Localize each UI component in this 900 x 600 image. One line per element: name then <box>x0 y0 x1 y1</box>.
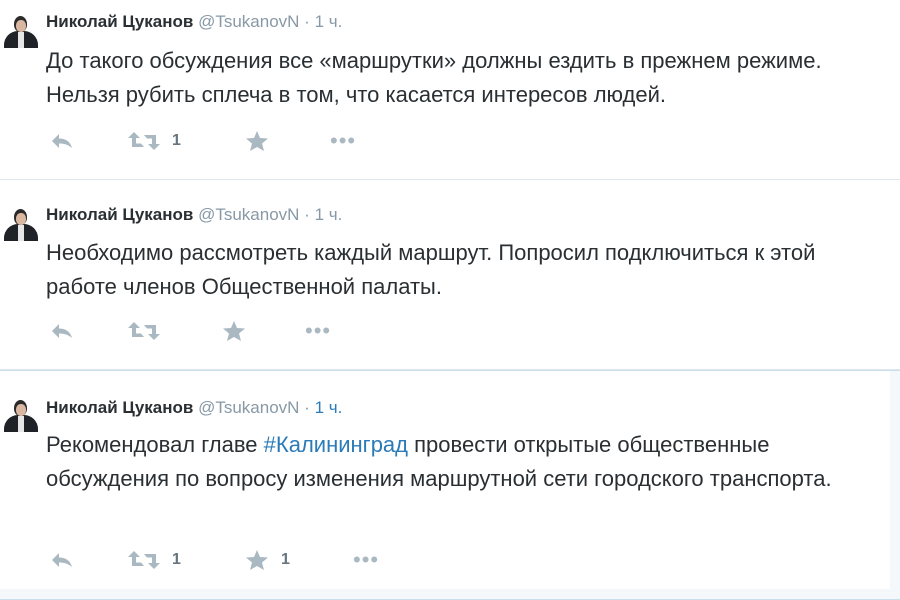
retweet-button[interactable]: 1 <box>128 548 181 572</box>
more-button[interactable]: ••• <box>353 548 379 572</box>
tweet[interactable]: Николай Цуканов @TsukanovN · 1 ч. Необхо… <box>0 180 900 370</box>
author-handle[interactable]: @TsukanovN <box>198 12 299 31</box>
tweet-header: Николай Цуканов @TsukanovN · 1 ч. <box>46 205 342 225</box>
separator: · <box>304 12 310 31</box>
more-button[interactable]: ••• <box>305 319 331 343</box>
star-icon <box>246 131 268 151</box>
favorite-button[interactable] <box>245 129 281 153</box>
reply-icon <box>52 134 72 148</box>
star-icon <box>223 321 245 341</box>
tweet-time[interactable]: 1 ч. <box>315 12 343 31</box>
separator: · <box>304 398 310 417</box>
tweet-header: Николай Цуканов @TsukanovN · 1 ч. <box>46 12 342 32</box>
avatar[interactable] <box>2 396 38 432</box>
reply-icon <box>52 324 72 338</box>
author-name[interactable]: Николай Цуканов <box>46 205 193 224</box>
more-icon: ••• <box>353 547 380 572</box>
retweet-icon <box>128 132 160 150</box>
retweet-icon <box>128 551 160 569</box>
reply-button[interactable] <box>50 319 74 343</box>
separator: · <box>304 205 310 224</box>
more-button[interactable]: ••• <box>330 129 356 153</box>
tweet-text: Необходимо рассмотреть каждый маршрут. П… <box>46 240 816 299</box>
tweet-text-start: Рекомендовал главе <box>46 432 264 457</box>
avatar[interactable] <box>2 12 38 48</box>
retweet-count: 1 <box>172 551 181 568</box>
favorite-button[interactable]: 1 <box>245 548 290 572</box>
retweet-button[interactable] <box>128 319 172 343</box>
retweet-button[interactable]: 1 <box>128 129 181 153</box>
reply-button[interactable] <box>50 129 74 153</box>
more-icon: ••• <box>305 318 332 343</box>
reply-button[interactable] <box>50 548 74 572</box>
tweet-header: Николай Цуканов @TsukanovN · 1 ч. <box>46 398 342 418</box>
author-handle[interactable]: @TsukanovN <box>198 205 299 224</box>
author-name[interactable]: Николай Цуканов <box>46 12 193 31</box>
hashtag-link[interactable]: #Калининград <box>264 432 408 457</box>
more-icon: ••• <box>330 128 357 153</box>
author-handle[interactable]: @TsukanovN <box>198 398 299 417</box>
favorite-button[interactable] <box>222 319 258 343</box>
retweet-count: 1 <box>172 132 181 149</box>
avatar[interactable] <box>2 205 38 241</box>
tweet-time[interactable]: 1 ч. <box>315 205 343 224</box>
tweet-time[interactable]: 1 ч. <box>315 398 343 417</box>
star-icon <box>246 550 268 570</box>
retweet-icon <box>128 322 160 340</box>
author-name[interactable]: Николай Цуканов <box>46 398 193 417</box>
favorite-count: 1 <box>281 551 290 568</box>
tweet-text: Рекомендовал главе #Калининград провести… <box>46 428 886 496</box>
tweet-text: До такого обсуждения все «маршрутки» дол… <box>46 48 822 107</box>
reply-icon <box>52 553 72 567</box>
tweet[interactable]: Николай Цуканов @TsukanovN · 1 ч. Рекоме… <box>0 370 900 600</box>
tweet[interactable]: Николай Цуканов @TsukanovN · 1 ч. До так… <box>0 0 900 180</box>
